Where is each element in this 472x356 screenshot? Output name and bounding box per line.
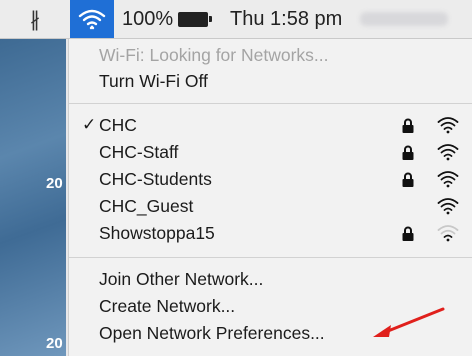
desktop-background: 20 20 [0,39,66,356]
lock-icon [402,172,414,187]
join-other-network-label: Join Other Network... [99,268,264,289]
wifi-signal-icon [437,171,459,188]
clock[interactable]: Thu 1:58 pm [230,0,342,38]
lock-icon [402,226,414,241]
network-item-chc-guest[interactable]: CHC_Guest [69,193,472,219]
network-name: Showstoppa15 [99,222,215,243]
battery-percent[interactable]: 100% [122,0,173,38]
turn-wifi-off-label: Turn Wi-Fi Off [99,70,208,91]
checkmark-icon: ✓ [82,115,97,134]
bluetooth-icon[interactable]: ∦ [30,0,40,38]
open-network-preferences-label: Open Network Preferences... [99,322,325,343]
network-item-chc[interactable]: ✓ CHC [69,112,472,138]
network-item-chc-students[interactable]: CHC-Students [69,166,472,192]
network-name: CHC [99,114,137,135]
lock-icon [402,145,414,160]
wifi-icon[interactable] [70,0,114,38]
desktop-label: 20 [46,175,63,192]
network-item-showstoppa15[interactable]: Showstoppa15 [69,220,472,246]
lock-icon [402,118,414,133]
wifi-signal-icon [437,144,459,161]
wifi-signal-weak-icon [437,225,459,242]
network-item-chc-staff[interactable]: CHC-Staff [69,139,472,165]
turn-wifi-off-item[interactable]: Turn Wi-Fi Off [69,68,472,94]
blurred-user-name [360,12,448,26]
wifi-signal-icon [437,198,459,215]
join-other-network-item[interactable]: Join Other Network... [69,266,472,292]
wifi-signal-icon [437,117,459,134]
network-name: CHC-Students [99,168,212,189]
wifi-status: Wi-Fi: Looking for Networks... [69,42,472,68]
wifi-menu: Wi-Fi: Looking for Networks... Turn Wi-F… [68,39,472,356]
network-name: CHC_Guest [99,195,194,216]
menu-separator [69,103,472,104]
desktop-label: 20 [46,335,63,352]
create-network-label: Create Network... [99,295,236,316]
red-arrow-annotation [373,307,445,337]
battery-icon[interactable] [178,0,212,38]
menu-separator [69,257,472,258]
network-name: CHC-Staff [99,141,179,162]
menu-bar: ∦ 100% Thu 1:58 pm [0,0,472,39]
wifi-status-label: Wi-Fi: Looking for Networks... [99,44,329,65]
